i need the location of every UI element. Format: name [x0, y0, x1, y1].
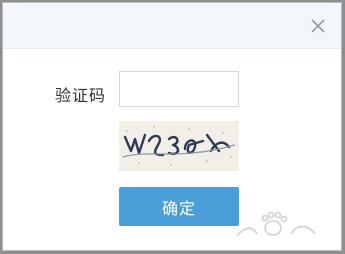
close-icon — [311, 19, 325, 33]
confirm-button[interactable]: 确定 — [119, 187, 239, 226]
captcha-image-icon — [119, 121, 239, 171]
captcha-label: 验证码 — [55, 86, 107, 105]
dialog-titlebar — [3, 3, 341, 49]
close-button[interactable] — [309, 17, 327, 35]
captcha-dialog: 验证码 确定 — [2, 2, 342, 251]
captcha-input[interactable] — [119, 71, 239, 107]
captcha-image[interactable] — [119, 121, 239, 171]
